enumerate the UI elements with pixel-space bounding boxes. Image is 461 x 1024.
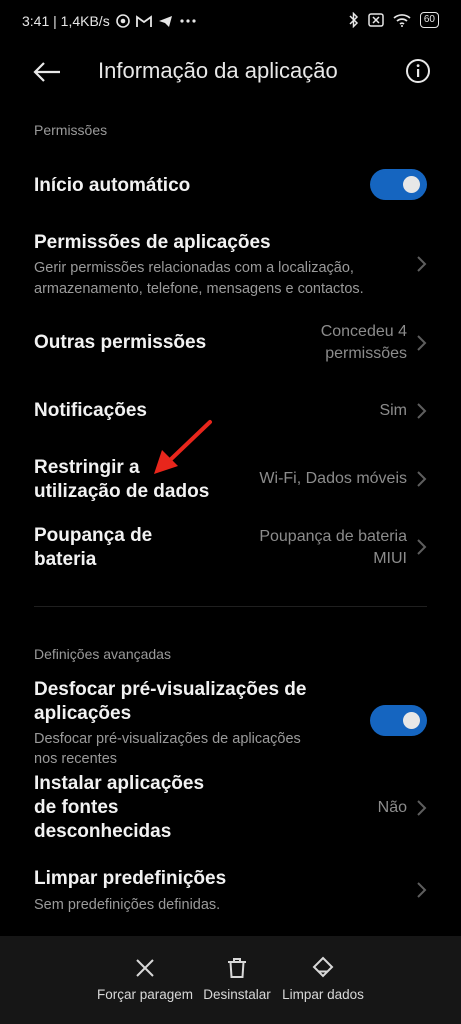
section-label-advanced: Definições avançadas <box>34 646 171 662</box>
clear-data-button[interactable]: Limpar dados <box>268 956 378 1004</box>
toggle-knob <box>403 176 420 193</box>
clear-defaults-subtitle: Sem predefinições definidas. <box>34 897 221 913</box>
page-title: Informação da aplicação <box>98 58 338 83</box>
bluetooth-icon <box>349 12 359 28</box>
close-x-icon <box>136 959 154 977</box>
battery-indicator: 60 <box>419 12 439 28</box>
annotation-arrow-icon <box>154 420 212 474</box>
eraser-icon <box>312 956 334 978</box>
auto-start-title: Início automático <box>34 175 191 196</box>
other-permissions-value-2: permissões <box>325 345 407 362</box>
no-sim-icon <box>368 13 384 27</box>
clear-defaults-title: Limpar predefinições <box>34 868 227 889</box>
app-permissions-subtitle-2: armazenamento, telefone, mensagens e con… <box>34 281 364 297</box>
restrict-data-title-2: utilização de dados <box>34 481 210 502</box>
battery-saver-title-1: Poupança de <box>34 525 153 546</box>
clear-data-label: Limpar dados <box>282 987 364 1002</box>
blur-previews-subtitle-1: Desfocar pré-visualizações de aplicações <box>34 731 301 747</box>
notifications-title: Notificações <box>34 400 147 421</box>
battery-saver-title-2: bateria <box>34 549 97 570</box>
wifi-icon <box>393 13 411 27</box>
telegram-icon <box>158 15 173 28</box>
force-stop-label: Forçar paragem <box>96 987 194 1002</box>
info-icon[interactable] <box>405 58 431 84</box>
app-header: Informação da aplicação <box>0 44 461 100</box>
unknown-sources-value: Não <box>377 799 407 816</box>
battery-saver-value-1: Poupança de bateria <box>259 528 407 545</box>
section-label-permissions: Permissões <box>34 122 108 138</box>
more-notifications-icon <box>179 18 197 24</box>
uninstall-label: Desinstalar <box>203 987 271 1002</box>
blur-previews-subtitle-2: nos recentes <box>34 751 118 767</box>
chevron-right-icon <box>414 334 428 352</box>
status-bar: 3:41 | 1,4KB/s 60 <box>0 0 461 44</box>
restrict-data-value: Wi-Fi, Dados móveis <box>259 470 407 487</box>
chevron-right-icon <box>414 799 428 817</box>
other-permissions-value-1: Concedeu 4 <box>320 323 407 340</box>
app-permissions-subtitle-1: Gerir permissões relacionadas com a loca… <box>34 260 354 276</box>
notifications-value: Sim <box>379 402 407 419</box>
chevron-right-icon <box>414 402 428 420</box>
blur-previews-toggle[interactable] <box>370 705 427 736</box>
chevron-right-icon <box>414 255 428 273</box>
restrict-data-title-1: Restringir a <box>34 457 140 478</box>
auto-start-toggle[interactable] <box>370 169 427 200</box>
gmail-icon <box>135 14 152 28</box>
unknown-sources-title-1: Instalar aplicações <box>34 773 205 794</box>
back-arrow-icon[interactable] <box>30 58 64 86</box>
app-permissions-title: Permissões de aplicações <box>34 232 271 253</box>
chrome-icon <box>115 14 130 28</box>
unknown-sources-title-2: de fontes <box>34 797 119 818</box>
blur-previews-title-1: Desfocar pré-visualizações de <box>34 679 307 700</box>
trash-icon <box>228 958 246 978</box>
status-time-speed: 3:41 | 1,4KB/s <box>22 13 110 29</box>
chevron-right-icon <box>414 881 428 899</box>
blur-previews-title-2: aplicações <box>34 703 132 724</box>
other-permissions-title: Outras permissões <box>34 332 207 353</box>
chevron-right-icon <box>414 538 428 556</box>
battery-saver-value-2: MIUI <box>373 550 407 567</box>
chevron-right-icon <box>414 470 428 488</box>
section-divider <box>34 606 427 607</box>
toggle-knob <box>403 712 420 729</box>
unknown-sources-title-3: desconhecidas <box>34 821 172 842</box>
